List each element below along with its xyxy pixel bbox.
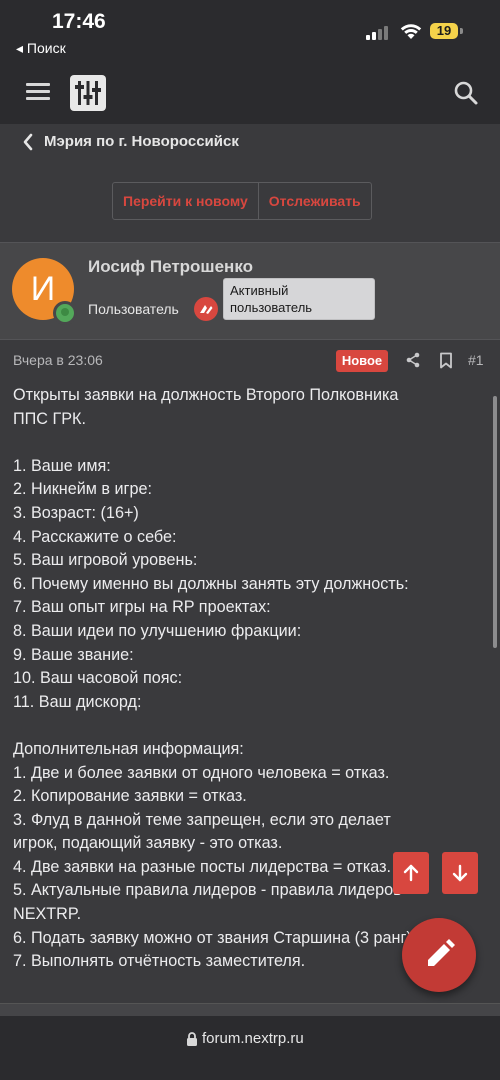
author-name[interactable]: Иосиф Петрошенко — [88, 257, 253, 277]
post-line: 11. Ваш дискорд: — [13, 692, 142, 711]
post-number[interactable]: #1 — [468, 352, 484, 368]
thread-actions: Перейти к новому Отслеживать — [112, 182, 372, 220]
lock-icon — [187, 1032, 197, 1046]
post-line: Дополнительная информация: — [13, 739, 244, 758]
chevron-left-icon — [23, 133, 33, 151]
post-line: 9. Ваше звание: — [13, 645, 134, 664]
post-line: 2. Никнейм в игре: — [13, 480, 152, 499]
hamburger-icon[interactable] — [26, 83, 50, 101]
post-line: Открыты заявки на должность Второго Полк… — [13, 386, 399, 404]
goto-new-button[interactable]: Перейти к новому — [113, 183, 258, 219]
url-domain[interactable]: forum.nextrp.ru — [202, 1030, 304, 1047]
post-line-gap — [13, 431, 483, 455]
back-to-search-link[interactable]: ◂ Поиск — [16, 40, 66, 57]
breadcrumb-label[interactable]: Мэрия по г. Новороссийск — [44, 133, 239, 150]
post-line: 8. Ваши идеи по улучшению фракции: — [13, 621, 302, 640]
pencil-icon — [428, 939, 455, 966]
post-date[interactable]: Вчера в 23:06 — [13, 352, 103, 368]
post-line: 10. Ваш часовой пояс: — [13, 669, 183, 688]
post-line: 3. Флуд в данной теме запрещен, если это… — [13, 810, 391, 829]
scrollbar[interactable] — [493, 396, 497, 648]
post-line: 2. Копирование заявки = отказ. — [13, 787, 247, 806]
status-time: 17:46 — [52, 10, 106, 33]
site-header — [0, 62, 500, 124]
role-badge-icon[interactable] — [194, 297, 218, 321]
scroll-down-button[interactable] — [442, 852, 478, 894]
post-author: И Иосиф Петрошенко Пользователь Активный… — [0, 242, 500, 340]
battery-indicator: 19 — [430, 23, 458, 39]
share-icon[interactable] — [405, 352, 421, 368]
browser-url-bar[interactable]: forum.nextrp.ru — [0, 1016, 500, 1080]
status-bar: 17:46 ◂ Поиск 19 — [0, 0, 500, 62]
sliders-logo-icon[interactable] — [70, 75, 106, 111]
bookmark-icon[interactable] — [439, 352, 453, 369]
post-line: 3. Возраст: (16+) — [13, 503, 139, 522]
content-divider — [0, 1003, 500, 1016]
cellular-signal-icon — [366, 26, 392, 40]
online-status-icon — [53, 301, 77, 325]
wifi-icon — [400, 24, 422, 39]
search-icon[interactable] — [453, 80, 479, 106]
post-line: 5. Ваш игровой уровень: — [13, 551, 198, 570]
post-line: 1. Две и более заявки от одного человека… — [13, 763, 390, 782]
post-line: 4. Расскажите о себе: — [13, 527, 177, 546]
breadcrumb[interactable]: Мэрия по г. Новороссийск — [0, 124, 500, 164]
post-line-gap — [13, 714, 483, 738]
arrow-up-icon — [403, 864, 419, 882]
role-tooltip: Активный пользователь — [223, 278, 375, 320]
post-line: 7. Ваш опыт игры на RP проектах: — [13, 598, 271, 617]
arrow-down-icon — [452, 864, 468, 882]
battery-tip — [460, 28, 463, 34]
author-role: Пользователь — [88, 301, 179, 317]
scroll-up-button[interactable] — [393, 852, 429, 894]
new-badge: Новое — [336, 350, 388, 372]
post-line: 1. Ваше имя: — [13, 456, 111, 475]
post-line: ППС ГРК. — [13, 409, 86, 428]
post-line: 6. Почему именно вы должны занять эту до… — [13, 574, 409, 593]
follow-button[interactable]: Отслеживать — [257, 183, 371, 219]
reply-button[interactable] — [402, 918, 476, 992]
